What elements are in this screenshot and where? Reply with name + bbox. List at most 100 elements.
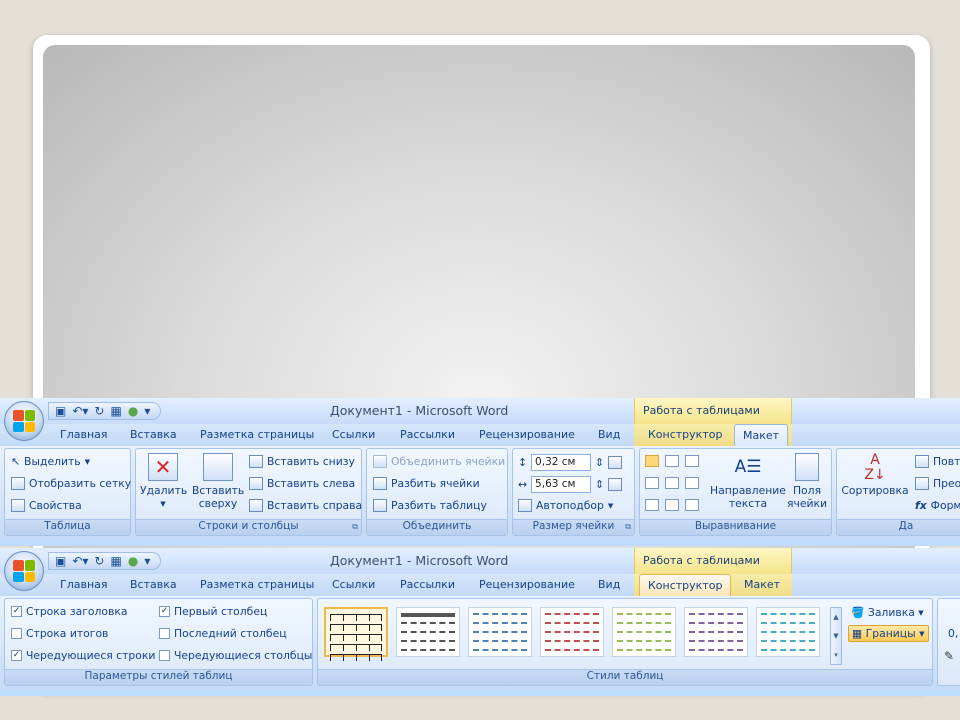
tab-design[interactable]: Конструктор: [639, 574, 732, 596]
table-style-swatch[interactable]: [468, 607, 532, 657]
save-icon[interactable]: ▣: [55, 404, 66, 418]
tab-insert[interactable]: Вставка: [130, 578, 177, 591]
properties-button[interactable]: Свойства: [11, 499, 82, 512]
autofit-button[interactable]: Автоподбор ▾: [518, 499, 613, 512]
split-table-button[interactable]: Разбить таблицу: [373, 499, 487, 512]
delete-button[interactable]: ✕ Удалить ▾: [140, 453, 187, 510]
align-top-left-icon[interactable]: [645, 455, 659, 467]
office-button[interactable]: [4, 551, 44, 591]
swatch-row: [761, 631, 815, 637]
tab-page-layout[interactable]: Разметка страницы: [200, 578, 314, 591]
tab-references[interactable]: Ссылки: [332, 578, 375, 591]
table-style-swatch[interactable]: [684, 607, 748, 657]
circle-icon[interactable]: ●: [128, 404, 138, 418]
align-bottom-left-icon[interactable]: [645, 499, 659, 511]
split-cells-button[interactable]: Разбить ячейки: [373, 477, 480, 490]
tab-references[interactable]: Ссылки: [332, 428, 375, 441]
merge-cells-icon: [373, 455, 387, 468]
tab-view[interactable]: Вид: [598, 428, 620, 441]
tab-view[interactable]: Вид: [598, 578, 620, 591]
spinner-icon[interactable]: ⇕: [595, 456, 604, 469]
dialog-launcher-icon[interactable]: ⧉: [352, 522, 358, 532]
tab-layout[interactable]: Макет: [744, 578, 780, 591]
align-top-right-icon[interactable]: [685, 455, 699, 467]
table-style-swatch[interactable]: [756, 607, 820, 657]
gallery-more-icon[interactable]: ▾: [834, 651, 838, 659]
banded-rows-checkbox[interactable]: ✓ Чередующиеся строки: [11, 649, 155, 662]
text-direction-button[interactable]: A☰ Направление текста: [710, 453, 786, 510]
print-preview-icon[interactable]: ▦: [110, 554, 121, 568]
line-weight-value[interactable]: 0,: [948, 627, 958, 640]
customize-qat-icon[interactable]: ▾: [144, 554, 150, 568]
redo-icon[interactable]: ↻: [94, 554, 104, 568]
spinner-icon[interactable]: ⇕: [595, 478, 604, 491]
group-label-rows-columns: Строки и столбцы: [136, 519, 361, 535]
customize-qat-icon[interactable]: ▾: [144, 404, 150, 418]
tab-review[interactable]: Рецензирование: [479, 578, 575, 591]
show-gridlines-button[interactable]: Отобразить сетку: [11, 477, 131, 490]
borders-button[interactable]: ▦ Границы ▾: [848, 625, 929, 642]
tab-mailings[interactable]: Рассылки: [400, 578, 455, 591]
tab-design[interactable]: Конструктор: [648, 428, 722, 441]
title-bar: ▣ ↶▾ ↻ ▦ ● ▾ Документ1 - Microsoft Word …: [0, 548, 960, 574]
window-title: Документ1 - Microsoft Word: [330, 403, 509, 418]
tab-home[interactable]: Главная: [60, 578, 108, 591]
insert-above-icon: [203, 453, 233, 481]
autofit-icon: [518, 499, 532, 512]
align-middle-center-icon[interactable]: [665, 477, 679, 489]
banded-columns-checkbox[interactable]: Чередующиеся столбцы: [159, 649, 312, 662]
group-alignment: A☰ Направление текста Поля ячейки Выравн…: [639, 448, 832, 536]
align-middle-left-icon[interactable]: [645, 477, 659, 489]
tab-layout[interactable]: Макет: [734, 424, 789, 446]
office-button[interactable]: [4, 401, 44, 441]
distribute-rows-icon[interactable]: [608, 456, 623, 469]
total-row-checkbox[interactable]: Строка итогов: [11, 627, 108, 640]
swatch-row: [761, 622, 815, 628]
insert-above-button[interactable]: Вставить сверху: [192, 453, 244, 510]
tab-insert[interactable]: Вставка: [130, 428, 177, 441]
undo-icon[interactable]: ↶▾: [72, 404, 88, 418]
dialog-launcher-icon[interactable]: ⧉: [625, 522, 631, 532]
save-icon[interactable]: ▣: [55, 554, 66, 568]
formula-button[interactable]: fx Форм: [915, 499, 960, 512]
redo-icon[interactable]: ↻: [94, 404, 104, 418]
insert-left-button[interactable]: Вставить слева: [249, 477, 355, 490]
table-style-swatch[interactable]: [540, 607, 604, 657]
tab-page-layout[interactable]: Разметка страницы: [200, 428, 314, 441]
scroll-up-icon[interactable]: ▲: [833, 613, 838, 621]
tab-mailings[interactable]: Рассылки: [400, 428, 455, 441]
last-column-checkbox[interactable]: Последний столбец: [159, 627, 287, 640]
cell-height-input[interactable]: 0,32 см: [531, 454, 592, 471]
header-row-checkbox[interactable]: ✓ Строка заголовка: [11, 605, 128, 618]
circle-icon[interactable]: ●: [128, 554, 138, 568]
cell-margins-button[interactable]: Поля ячейки: [786, 453, 828, 510]
print-preview-icon[interactable]: ▦: [110, 404, 121, 418]
table-style-swatch[interactable]: [324, 607, 388, 661]
table-style-swatch[interactable]: [612, 607, 676, 657]
align-bottom-right-icon[interactable]: [685, 499, 699, 511]
align-middle-right-icon[interactable]: [685, 477, 699, 489]
sort-button[interactable]: A Z↓ Сортировка: [841, 453, 909, 498]
select-button[interactable]: ↖ Выделить ▾: [11, 455, 90, 468]
insert-below-button[interactable]: Вставить снизу: [249, 455, 355, 468]
align-top-center-icon[interactable]: [665, 455, 679, 467]
repeat-header-button[interactable]: Повто: [915, 455, 960, 468]
undo-icon[interactable]: ↶▾: [72, 554, 88, 568]
merge-cells-button[interactable]: Объединить ячейки: [373, 455, 505, 468]
swatch-row: [473, 649, 527, 655]
swatch-row: [330, 624, 382, 631]
table-style-swatch[interactable]: [396, 607, 460, 657]
shading-button[interactable]: 🪣 Заливка ▾: [848, 605, 927, 620]
cell-width-input[interactable]: 5,63 см: [531, 476, 592, 493]
tab-review[interactable]: Рецензирование: [479, 428, 575, 441]
align-bottom-center-icon[interactable]: [665, 499, 679, 511]
tab-home[interactable]: Главная: [60, 428, 108, 441]
insert-right-button[interactable]: Вставить справа: [249, 499, 362, 512]
gallery-scroll[interactable]: ▲ ▼ ▾: [830, 607, 842, 665]
pen-icon[interactable]: ✎: [944, 649, 954, 663]
group-label-cell-size: Размер ячейки: [513, 519, 634, 535]
first-column-checkbox[interactable]: ✓ Первый столбец: [159, 605, 267, 618]
convert-to-text-button[interactable]: Прео: [915, 477, 960, 490]
distribute-cols-icon[interactable]: [608, 478, 623, 491]
scroll-down-icon[interactable]: ▼: [833, 632, 838, 640]
